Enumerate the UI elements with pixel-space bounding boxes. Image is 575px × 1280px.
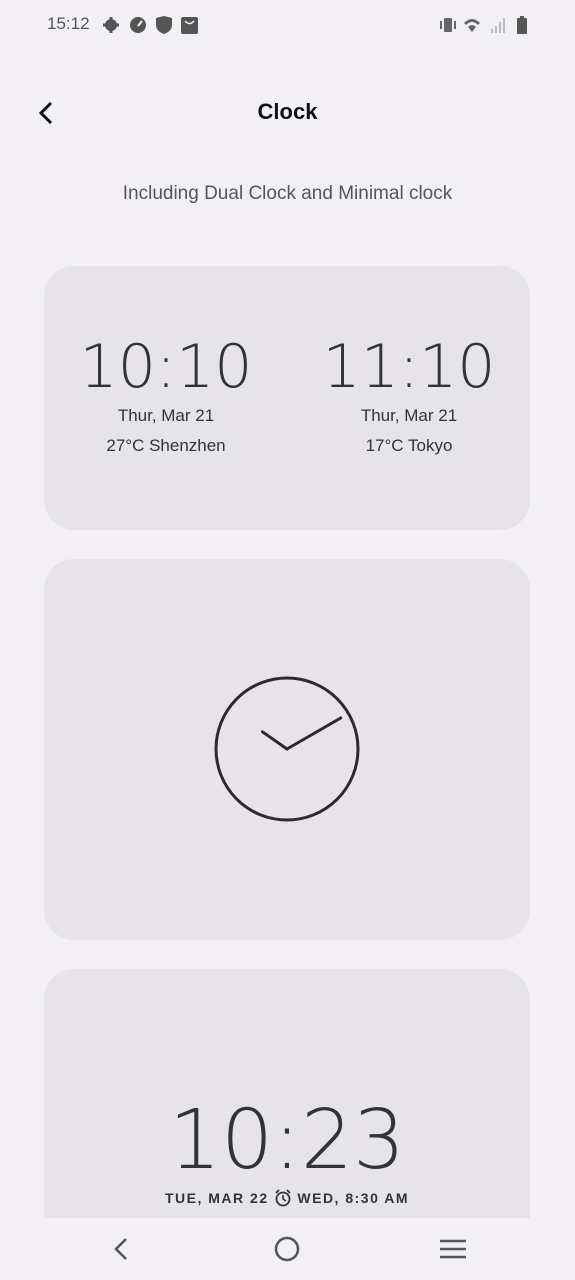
- battery-icon: [517, 16, 527, 34]
- nav-recents-button[interactable]: [439, 1237, 467, 1261]
- page-title: Clock: [257, 99, 318, 124]
- nav-back-button[interactable]: [108, 1236, 134, 1262]
- right-clock-time: 11:10: [322, 332, 496, 402]
- wifi-icon: [464, 19, 480, 32]
- status-left-icons: [103, 16, 198, 34]
- nav-home-button[interactable]: [273, 1235, 301, 1263]
- status-right-icons: [440, 16, 527, 34]
- recents-icon: [440, 1239, 466, 1259]
- subtitle: Including Dual Clock and Minimal clock: [122, 183, 453, 204]
- alarm-clock-icon: [275, 1189, 291, 1207]
- hour-hand: [260, 730, 289, 751]
- analog-clock: [214, 676, 360, 822]
- right-clock-weather: 17°C Tokyo: [365, 436, 453, 455]
- status-bar: 15:12: [0, 12, 575, 36]
- minimal-clock-date: TUE, MAR 22: [164, 1190, 269, 1206]
- shield-check-icon: [156, 16, 172, 34]
- minimal-clock-time: 10:23: [168, 1093, 406, 1188]
- dual-clock-card[interactable]: 10:10 Thur, Mar 21 27°C Shenzhen 11:10 T…: [44, 266, 530, 530]
- left-clock-time: 10:10: [79, 332, 253, 402]
- back-icon: [114, 1238, 127, 1260]
- minute-hand: [285, 716, 343, 751]
- minimal-clock-info: TUE, MAR 22 WED, 8:30 AM: [44, 1189, 530, 1207]
- navigation-bar: [0, 1218, 575, 1280]
- speedometer-icon: [130, 17, 146, 33]
- vibrate-icon: [440, 18, 456, 32]
- status-time: 15:12: [47, 14, 90, 33]
- minimal-clock-alarm: WED, 8:30 AM: [297, 1190, 409, 1206]
- left-clock-weather: 27°C Shenzhen: [106, 436, 226, 455]
- analog-clock-card[interactable]: [44, 559, 530, 940]
- shopping-bag-icon: [181, 17, 198, 34]
- left-clock-date: Thur, Mar 21: [117, 406, 215, 425]
- signal-icon: [491, 18, 505, 33]
- right-clock-date: Thur, Mar 21: [360, 406, 458, 425]
- gear-icon: [103, 17, 119, 33]
- home-icon: [274, 1236, 300, 1262]
